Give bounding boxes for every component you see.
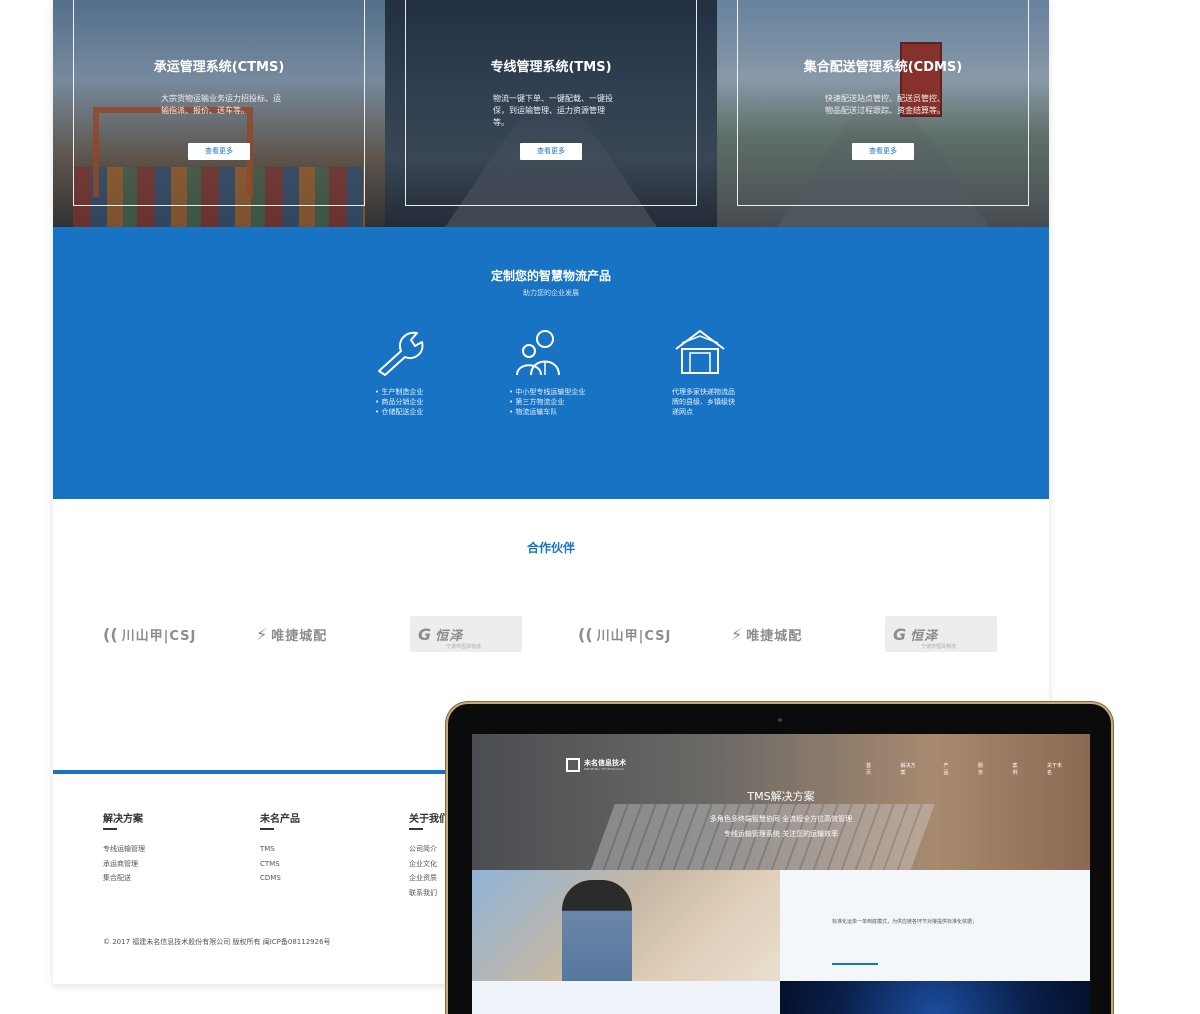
footer-link[interactable]: CDMS [260,871,300,886]
partner-logo-weijie[interactable]: ⚡ 唯捷城配 [731,616,802,652]
partner-logo-hengze[interactable]: G 恒泽 宁波市恒泽物流 [885,616,997,652]
list-item: 生产制造企业 [375,387,515,397]
weijie-logo-icon: ⚡ [731,624,743,644]
customer-type-logistics: 中小型专线运输型企业 第三方物流企业 物流运输车队 [509,327,649,417]
content-block-light [472,981,780,1014]
section-subtitle: 助力您的企业发展 [523,289,579,297]
customer-type-express: 代理多家快递物流品牌的县级、乡镇级快递网点 [672,327,812,417]
copyright-text: © 2017 福建未名信息技术股份有限公司 版权所有 闽ICP备08112926… [103,938,331,946]
list-item: 仓储配送企业 [375,407,515,417]
nav-item-home[interactable]: 首页 [866,762,875,776]
partners-title: 合作伙伴 [526,541,575,555]
product-panel-ctms: 承运管理系统(CTMS) 大宗货物运输业务运力招投标、运输指派、报价、送车等。 … [53,0,385,227]
hengze-logo-icon: G [418,624,432,644]
footer-link[interactable]: TMS [260,842,300,857]
footer-column-products: 未名产品 TMS CTMS CDMS [260,810,300,886]
footer-link[interactable]: 企业资质 [409,871,449,886]
feature-underline [832,963,878,965]
wrench-icon [378,331,424,376]
house-icon [675,329,725,374]
footer-link[interactable]: 联系我们 [409,886,449,901]
view-more-button[interactable]: 查看更多 [520,143,582,160]
nav-item-about[interactable]: 关于未名 [1047,762,1064,776]
partner-name: 川山甲|CSJ [121,628,197,644]
partner-logo-hengze[interactable]: G 恒泽 宁波市恒泽物流 [410,616,522,652]
footer-column-about: 关于我们 公司简介 企业文化 企业资质 联系我们 [409,810,449,900]
footer-heading: 关于我们 [409,810,449,830]
section-title: 定制您的智慧物流产品 [490,269,611,283]
panel-description: 物流一键下单、一键配载、一键投保，到运输管理、运力资源管理等。 [493,94,613,127]
nav-item-cases[interactable]: 案例 [1013,762,1022,776]
partner-logo-csj[interactable]: (( 川山甲|CSJ [578,616,671,652]
footer-link[interactable]: 公司简介 [409,842,449,857]
partner-name: 恒泽 [435,628,464,644]
list-item: 中小型专线运输型企业 [509,387,649,397]
monitor-screen: 未名信息技术 WEIMING TECHNOLOGY 首页 解决方案 产品 服务 … [472,734,1090,1014]
customer-type-manufacturing: 生产制造企业 商品分销企业 仓储配送企业 [375,327,515,417]
product-hero: 承运管理系统(CTMS) 大宗货物运输业务运力招投标、运输指派、报价、送车等。 … [53,0,1049,227]
view-more-button[interactable]: 查看更多 [852,143,914,160]
list-item: 第三方物流企业 [509,397,649,407]
footer-link[interactable]: CTMS [260,857,300,872]
footer-column-solutions: 解决方案 专线运输管理 承运商管理 集合配送 [103,810,145,886]
hero-title: TMS解决方案 [747,790,815,803]
feature-text: 标准化运单一单到底模式，为供应链各环节对接提供标准化依据； [832,919,978,925]
view-more-button[interactable]: 查看更多 [188,143,250,160]
partner-subname: 宁波市恒泽物流 [446,644,482,650]
site-logo[interactable]: 未名信息技术 WEIMING TECHNOLOGY [566,758,626,772]
nav-item-services[interactable]: 服务 [978,762,987,776]
csj-logo-icon: (( [578,624,593,644]
worker-figure [562,880,632,981]
hengze-logo-icon: G [893,624,907,644]
panel-title: 集合配送管理系统(CDMS) [803,60,963,75]
site-nav: 首页 解决方案 产品 服务 案例 关于未名 [866,762,1090,776]
feature-text-block: 标准化运单一单到底模式，为供应链各环节对接提供标准化依据； [780,870,1090,981]
partner-name: 唯捷城配 [271,628,328,644]
logo-icon [566,758,580,772]
partner-name: 川山甲|CSJ [596,628,672,644]
product-panel-cdms: 集合配送管理系统(CDMS) 快速配送站点管控、配送员管控、物品配送过程跟踪、资… [717,0,1049,227]
customize-section: 定制您的智慧物流产品 助力您的企业发展 生产制造企业 商品分销企业 仓储配送企业… [53,227,1049,499]
footer-link[interactable]: 专线运输管理 [103,842,145,857]
hero-line: 多角色多终端智慧协同 全流程全方位高效管理 [709,815,853,823]
partner-name: 唯捷城配 [746,628,803,644]
warehouse-image [472,870,780,981]
logo-english: WEIMING TECHNOLOGY [584,767,625,771]
footer-link[interactable]: 集合配送 [103,871,145,886]
logo-name: 未名信息技术 [584,759,626,767]
content-block-tech-image [780,981,1090,1014]
csj-logo-icon: (( [103,624,118,644]
panel-description: 大宗货物运输业务运力招投标、运输指派、报价、送车等。 [161,94,281,115]
customer-description: 代理多家快递物流品牌的县级、乡镇级快递网点 [672,388,735,416]
partner-logo-weijie[interactable]: ⚡ 唯捷城配 [256,616,327,652]
people-icon [516,330,560,376]
customer-list: 中小型专线运输型企业 第三方物流企业 物流运输车队 [509,387,649,417]
panel-title: 专线管理系统(TMS) [490,60,612,75]
nav-item-products[interactable]: 产品 [944,762,953,776]
panel-description: 快速配送站点管控、配送员管控、物品配送过程跟踪、资金结算等。 [825,94,945,115]
nav-item-solutions[interactable]: 解决方案 [901,762,918,776]
footer-heading: 未名产品 [260,810,300,830]
hero-line: 专线运输管理系统 关注您的运输效率 [723,830,839,838]
list-item: 商品分销企业 [375,397,515,407]
footer-link[interactable]: 企业文化 [409,857,449,872]
monitor-mockup: 未名信息技术 WEIMING TECHNOLOGY 首页 解决方案 产品 服务 … [446,702,1113,1014]
partner-name: 恒泽 [910,628,939,644]
tms-hero-banner: 未名信息技术 WEIMING TECHNOLOGY 首页 解决方案 产品 服务 … [472,734,1090,874]
footer-heading: 解决方案 [103,810,145,830]
product-panel-tms: 专线管理系统(TMS) 物流一键下单、一键配载、一键投保，到运输管理、运力资源管… [385,0,717,227]
weijie-logo-icon: ⚡ [256,624,268,644]
list-item: 物流运输车队 [509,407,649,417]
footer-link[interactable]: 承运商管理 [103,857,145,872]
customer-list: 生产制造企业 商品分销企业 仓储配送企业 [375,387,515,417]
partner-logo-csj[interactable]: (( 川山甲|CSJ [103,616,196,652]
partner-subname: 宁波市恒泽物流 [921,644,957,650]
panel-title: 承运管理系统(CTMS) [153,60,285,75]
camera-icon [778,718,782,722]
